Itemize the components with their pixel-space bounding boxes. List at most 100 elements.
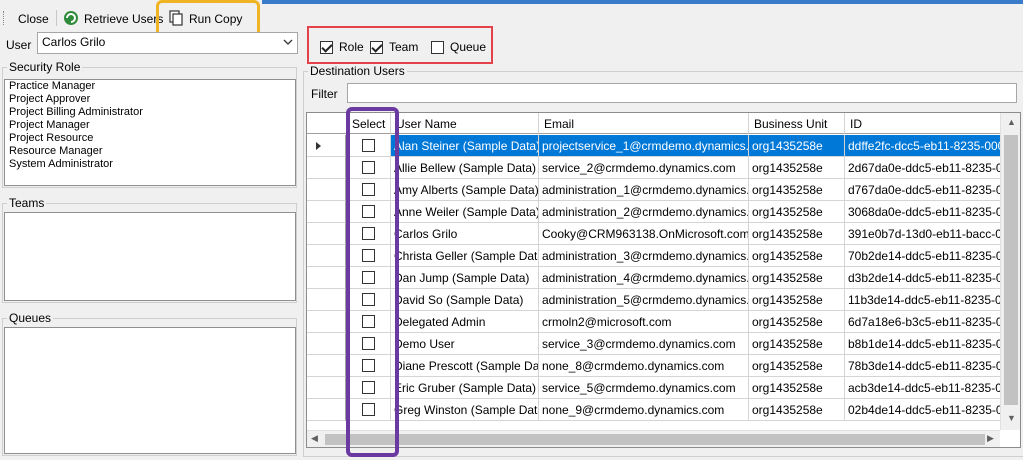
cell-id[interactable]: 11b3de14-ddc5-eb11-8235-0000 xyxy=(845,289,1020,311)
cell-email[interactable]: administration_3@crmdemo.dynamics.com xyxy=(539,245,749,267)
row-header[interactable] xyxy=(307,201,346,223)
table-row[interactable]: Demo User service_3@crmdemo.dynamics.com o… xyxy=(307,333,1020,355)
cell-id[interactable]: 02b4de14-ddc5-eb11-8235-0000 xyxy=(845,399,1020,421)
cell-email[interactable]: projectservice_1@crmdemo.dynamics.com xyxy=(539,135,749,157)
cell-user-name[interactable]: David So (Sample Data) xyxy=(391,289,539,311)
row-header[interactable] xyxy=(307,399,346,421)
cell-business-unit[interactable]: org1435258e xyxy=(749,179,845,201)
cell-business-unit[interactable]: org1435258e xyxy=(749,399,845,421)
cell-business-unit[interactable]: org1435258e xyxy=(749,355,845,377)
table-row[interactable]: Carlos Grilo Cooky@CRM963138.OnMicrosoft.… xyxy=(307,223,1020,245)
security-role-item[interactable]: Project Manager xyxy=(5,119,295,132)
filter-input[interactable] xyxy=(347,83,1017,103)
cell-email[interactable]: administration_4@crmdemo.dynamics.com xyxy=(539,267,749,289)
cell-business-unit[interactable]: org1435258e xyxy=(749,157,845,179)
cell-business-unit[interactable]: org1435258e xyxy=(749,311,845,333)
cell-user-name[interactable]: Greg Winston (Sample Data) xyxy=(391,399,539,421)
security-role-item[interactable]: Project Billing Administrator xyxy=(5,106,295,119)
cell-email[interactable]: none_8@crmdemo.dynamics.com xyxy=(539,355,749,377)
cell-id[interactable]: 3068da0e-ddc5-eb11-8235-0000 xyxy=(845,201,1020,223)
scroll-up-icon[interactable]: ▲ xyxy=(1007,117,1016,127)
cell-business-unit[interactable]: org1435258e xyxy=(749,201,845,223)
row-header[interactable] xyxy=(307,179,346,201)
cell-id[interactable]: d767da0e-ddc5-eb11-8235-0000 xyxy=(845,179,1020,201)
toolbar-grip[interactable] xyxy=(3,11,6,25)
role-option[interactable]: Role xyxy=(320,40,364,54)
cell-user-name[interactable]: Dan Jump (Sample Data) xyxy=(391,267,539,289)
table-row[interactable]: Dan Jump (Sample Data) administration_4@c… xyxy=(307,267,1020,289)
chevron-down-icon[interactable] xyxy=(283,36,293,46)
role-checkbox[interactable] xyxy=(320,40,333,54)
cell-user-name[interactable]: Carlos Grilo xyxy=(391,223,539,245)
cell-user-name[interactable]: Delegated Admin xyxy=(391,311,539,333)
table-row[interactable]: Allie Bellew (Sample Data) service_2@crmd… xyxy=(307,157,1020,179)
cell-user-name[interactable]: Diane Prescott (Sample Data) xyxy=(391,355,539,377)
cell-email[interactable]: administration_2@crmdemo.dynamics.com xyxy=(539,201,749,223)
cell-email[interactable]: service_2@crmdemo.dynamics.com xyxy=(539,157,749,179)
security-role-item[interactable]: Practice Manager xyxy=(5,80,295,93)
cell-business-unit[interactable]: org1435258e xyxy=(749,135,845,157)
scroll-left-icon[interactable]: ◀ xyxy=(311,433,318,444)
security-role-item[interactable]: Project Resource xyxy=(5,132,295,145)
cell-business-unit[interactable]: org1435258e xyxy=(749,289,845,311)
cell-email[interactable]: crmoln2@microsoft.com xyxy=(539,311,749,333)
column-header-email[interactable]: Email xyxy=(539,113,749,134)
column-header-business-unit[interactable]: Business Unit xyxy=(749,113,845,134)
column-header-id[interactable]: ID xyxy=(845,113,1020,134)
team-option[interactable]: Team xyxy=(370,40,418,54)
scroll-right-icon[interactable]: ▶ xyxy=(987,433,994,444)
cell-id[interactable]: ddffe2fc-dcc5-eb11-8235-000d3 xyxy=(845,135,1020,157)
cell-user-name[interactable]: Christa Geller (Sample Data) xyxy=(391,245,539,267)
row-header[interactable] xyxy=(307,245,346,267)
table-row[interactable]: Amy Alberts (Sample Data) administration_… xyxy=(307,179,1020,201)
cell-business-unit[interactable]: org1435258e xyxy=(749,245,845,267)
table-row[interactable]: Greg Winston (Sample Data) none_9@crmdemo… xyxy=(307,399,1020,421)
security-role-list[interactable]: Practice Manager Project Approver Project … xyxy=(4,79,296,186)
row-header[interactable] xyxy=(307,157,346,179)
security-role-item[interactable]: Resource Manager xyxy=(5,145,295,158)
cell-id[interactable]: acb3de14-ddc5-eb11-8235-0000 xyxy=(845,377,1020,399)
cell-business-unit[interactable]: org1435258e xyxy=(749,267,845,289)
row-header[interactable] xyxy=(307,355,346,377)
cell-email[interactable]: administration_1@crmdemo.dynamics.com xyxy=(539,179,749,201)
table-row[interactable]: Christa Geller (Sample Data) administrati… xyxy=(307,245,1020,267)
cell-user-name[interactable]: Allie Bellew (Sample Data) xyxy=(391,157,539,179)
users-grid[interactable]: Select User Name Email Business Unit ID … xyxy=(306,112,1021,448)
cell-user-name[interactable]: Demo User xyxy=(391,333,539,355)
cell-id[interactable]: 2d67da0e-ddc5-eb11-8235-0000 xyxy=(845,157,1020,179)
cell-email[interactable]: Cooky@CRM963138.OnMicrosoft.com xyxy=(539,223,749,245)
cell-business-unit[interactable]: org1435258e xyxy=(749,333,845,355)
cell-user-name[interactable]: Amy Alberts (Sample Data) xyxy=(391,179,539,201)
security-role-item[interactable]: System Administrator xyxy=(5,158,295,171)
user-combo[interactable]: Carlos Grilo xyxy=(37,32,298,54)
row-header[interactable] xyxy=(307,223,346,245)
row-header[interactable] xyxy=(307,135,346,157)
queue-checkbox[interactable] xyxy=(431,40,444,54)
row-header[interactable] xyxy=(307,311,346,333)
table-row[interactable]: Delegated Admin crmoln2@microsoft.com org1… xyxy=(307,311,1020,333)
row-header[interactable] xyxy=(307,377,346,399)
queues-list[interactable] xyxy=(4,327,296,454)
cell-user-name[interactable]: Anne Weiler (Sample Data) xyxy=(391,201,539,223)
vertical-scrollbar[interactable]: ▲ ▼ xyxy=(1000,113,1020,430)
cell-business-unit[interactable]: org1435258e xyxy=(749,377,845,399)
column-header-user-name[interactable]: User Name xyxy=(391,113,539,134)
cell-email[interactable]: service_5@crmdemo.dynamics.com xyxy=(539,377,749,399)
scroll-down-icon[interactable]: ▼ xyxy=(1007,413,1016,423)
security-role-item[interactable]: Project Approver xyxy=(5,93,295,106)
cell-id[interactable]: b8b1de14-ddc5-eb11-8235-0000 xyxy=(845,333,1020,355)
cell-id[interactable]: 6d7a18e6-b3c5-eb11-8235-0000 xyxy=(845,311,1020,333)
table-row[interactable]: Eric Gruber (Sample Data) service_5@crmde… xyxy=(307,377,1020,399)
table-row[interactable]: Anne Weiler (Sample Data) administration_… xyxy=(307,201,1020,223)
row-header[interactable] xyxy=(307,333,346,355)
close-button[interactable]: Close xyxy=(14,8,53,30)
cell-id[interactable]: 70b2de14-ddc5-eb11-8235-0000 xyxy=(845,245,1020,267)
table-row[interactable]: Alan Steiner (Sample Data) projectservice… xyxy=(307,135,1020,157)
row-header[interactable] xyxy=(307,267,346,289)
cell-user-name[interactable]: Eric Gruber (Sample Data) xyxy=(391,377,539,399)
cell-id[interactable]: 78b3de14-ddc5-eb11-8235-0000 xyxy=(845,355,1020,377)
teams-list[interactable] xyxy=(4,212,296,301)
queue-option[interactable]: Queue xyxy=(431,40,486,54)
team-checkbox[interactable] xyxy=(370,40,383,54)
horizontal-scroll-thumb[interactable] xyxy=(325,434,985,445)
